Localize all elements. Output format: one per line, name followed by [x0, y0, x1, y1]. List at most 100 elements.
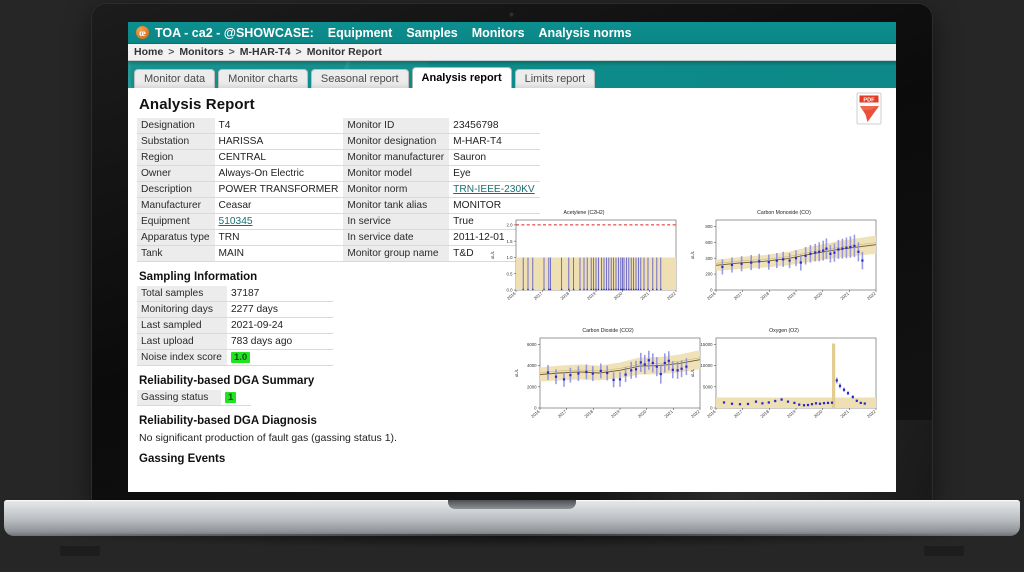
- x-axis-tick: 2021: [663, 409, 674, 419]
- info-key-right: Monitor designation: [343, 133, 450, 150]
- row-key: Gassing status: [137, 390, 221, 406]
- row-value: 1: [221, 390, 251, 406]
- menu-item-samples[interactable]: Samples: [406, 26, 457, 40]
- info-value-left[interactable]: 510345: [214, 213, 344, 230]
- link-text[interactable]: 510345: [219, 216, 253, 227]
- table-row: Last upload 783 days ago: [137, 333, 333, 350]
- link-text[interactable]: TRN-IEEE-230KV: [453, 184, 535, 195]
- table-row: Last sampled 2021-09-24: [137, 317, 333, 334]
- table-row: Manufacturer Ceasar Monitor tank alias MONI…: [137, 197, 540, 214]
- table-row: Noise index score 1.0: [137, 349, 333, 366]
- breadcrumb-separator: >: [295, 46, 302, 58]
- tab-analysis-report[interactable]: Analysis report: [411, 67, 512, 88]
- menu-item-analysis-norms[interactable]: Analysis norms: [539, 26, 632, 40]
- row-value: 1.0: [226, 349, 333, 366]
- breadcrumb-item-monitor-report: Monitor Report: [306, 46, 382, 58]
- x-axis-tick: 2021: [839, 409, 850, 419]
- laptop-mockup: œ TOA - ca2 - @SHOWCASE: Equipment Sampl…: [0, 0, 1024, 572]
- y-axis-tick: 5000: [703, 384, 713, 389]
- info-value-right: 23456798: [449, 118, 540, 134]
- breadcrumb: Home > Monitors > M-HAR-T4 > Monitor Rep…: [128, 44, 896, 61]
- info-key-right: Monitor ID: [343, 118, 450, 134]
- status-badge: 1: [225, 392, 237, 403]
- row-key: Monitoring days: [137, 301, 227, 318]
- chart-container: Carbon Dioxide (CO2) 0 2000 4000 6000 uL/L 201…: [510, 322, 706, 434]
- tab-label: Analysis report: [421, 72, 502, 84]
- equipment-info-table: Designation T4 Monitor ID 23456798 Substatio…: [137, 118, 540, 262]
- info-value-left: HARISSA: [214, 133, 344, 150]
- laptop-foot-left: [60, 546, 100, 556]
- info-key-right: Monitor manufacturer: [343, 149, 450, 166]
- y-axis-tick: 600: [705, 240, 713, 245]
- x-axis-tick: 2020: [637, 409, 648, 419]
- y-axis-tick: 0.5: [507, 271, 514, 276]
- row-value: 2021-09-24: [226, 317, 333, 334]
- info-value-left: MAIN: [214, 245, 344, 262]
- x-axis-tick: 2020: [813, 409, 824, 419]
- info-value-right: M-HAR-T4: [449, 133, 540, 150]
- menu-item-equipment[interactable]: Equipment: [328, 26, 393, 40]
- tab-monitor-data[interactable]: Monitor data: [134, 69, 216, 88]
- info-value-left: TRN: [214, 229, 344, 246]
- breadcrumb-item-home[interactable]: Home: [134, 46, 163, 58]
- y-axis-tick: 4000: [527, 363, 537, 368]
- breadcrumb-item-monitors[interactable]: Monitors: [179, 46, 223, 58]
- tab-limits-report[interactable]: Limits report: [514, 69, 596, 88]
- x-axis-tick: 2022: [666, 291, 677, 301]
- pdf-export-icon[interactable]: PDF: [854, 92, 884, 126]
- chart-container: Carbon Monoxide (CO) 0 200 400 600 800 uL/L 201…: [686, 204, 882, 316]
- info-value-left: T4: [214, 118, 344, 134]
- row-key: Noise index score: [137, 349, 227, 366]
- menu-item-monitors[interactable]: Monitors: [472, 26, 525, 40]
- laptop-base-notch: [448, 500, 576, 509]
- tab-seasonal-report[interactable]: Seasonal report: [310, 69, 409, 88]
- app-menubar: œ TOA - ca2 - @SHOWCASE: Equipment Sampl…: [128, 22, 896, 44]
- y-axis-tick: 1.0: [507, 255, 514, 260]
- tab-monitor-charts[interactable]: Monitor charts: [218, 69, 308, 88]
- info-value-left: Always-On Electric: [214, 165, 344, 182]
- breadcrumb-separator: >: [168, 46, 175, 58]
- x-axis-tick: 2016: [706, 291, 717, 301]
- y-axis-tick: 15000: [701, 342, 714, 347]
- row-key: Last sampled: [137, 317, 227, 334]
- charts-panel: Acetylene (C2H2) 0.0 0.5 1.0 1.5 2.0 uL/L 2016 2…: [486, 204, 886, 434]
- x-axis-tick: 2018: [759, 409, 770, 419]
- chart-acetylene-c2h2-: Acetylene (C2H2)0.00.51.01.52.0uL/L2016 2…: [490, 210, 677, 301]
- x-axis-tick: 2017: [733, 409, 744, 419]
- y-axis-tick: 2000: [527, 384, 537, 389]
- chart-title: Oxygen (O2): [769, 328, 799, 334]
- y-axis-label: uL/L: [690, 368, 695, 377]
- x-axis-tick: 2019: [586, 291, 597, 301]
- x-axis-tick: 2022: [866, 409, 877, 419]
- info-key-left: Substation: [137, 133, 215, 150]
- app-title: TOA - ca2 - @SHOWCASE:: [155, 25, 314, 40]
- laptop-foot-right: [924, 546, 964, 556]
- chart-carbon-dioxide-co2-: Carbon Dioxide (CO2)0200040006000uL/L201…: [514, 328, 701, 419]
- info-value-right[interactable]: TRN-IEEE-230KV: [449, 181, 540, 198]
- x-axis-tick: 2019: [786, 409, 797, 419]
- tab-label: Monitor data: [144, 73, 206, 85]
- info-value-right: Eye: [449, 165, 540, 182]
- y-axis-tick: 400: [705, 256, 713, 261]
- x-axis-tick: 2019: [610, 409, 621, 419]
- y-axis-label: uL/L: [514, 368, 519, 377]
- chart-container: Oxygen (O2) 0 5000 10000 15000 uL/L 2016 2017 20…: [686, 322, 882, 434]
- y-axis-tick: 10000: [701, 363, 714, 368]
- row-key: Total samples: [137, 286, 227, 302]
- browser-screen: œ TOA - ca2 - @SHOWCASE: Equipment Sampl…: [128, 22, 896, 492]
- x-axis-tick: 2017: [557, 409, 568, 419]
- info-key-right: Monitor group name: [343, 245, 450, 262]
- info-key-left: Apparatus type: [137, 229, 215, 246]
- laptop-shadow: [40, 534, 984, 548]
- table-row: Designation T4 Monitor ID 23456798: [137, 118, 540, 134]
- table-row: Tank MAIN Monitor group name T&D: [137, 245, 540, 262]
- info-key-left: Tank: [137, 245, 215, 262]
- tab-label: Monitor charts: [228, 73, 298, 85]
- y-axis-tick: 200: [705, 272, 713, 277]
- info-key-left: Designation: [137, 118, 215, 134]
- x-axis-tick: 2018: [583, 409, 594, 419]
- table-row: Owner Always-On Electric Monitor model Eye: [137, 165, 540, 182]
- info-key-right: Monitor norm: [343, 181, 450, 198]
- breadcrumb-item-monitor-id[interactable]: M-HAR-T4: [240, 46, 291, 58]
- webcam-icon: [509, 12, 514, 17]
